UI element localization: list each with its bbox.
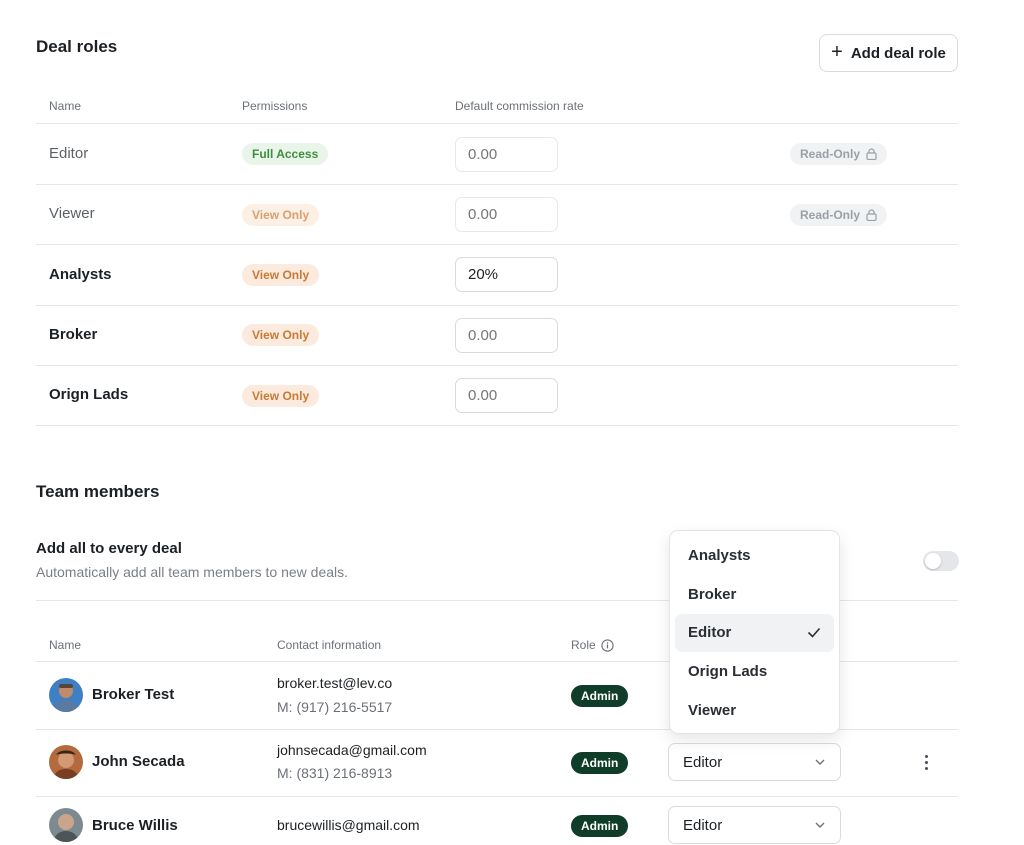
member-phone: M: (917) 216-5517 — [277, 699, 393, 715]
role-select-value: Editor — [683, 753, 723, 771]
dropdown-option-editor[interactable]: Editor — [675, 613, 834, 653]
role-name: Viewer — [49, 205, 95, 222]
commission-rate-input[interactable] — [455, 137, 558, 172]
dropdown-option-viewer[interactable]: Viewer — [675, 691, 834, 730]
column-header-permissions: Permissions — [242, 99, 308, 113]
auto-add-description: Automatically add all team members to ne… — [36, 564, 349, 580]
divider — [36, 425, 958, 426]
role-select[interactable]: Editor — [668, 806, 841, 844]
commission-rate-input[interactable] — [455, 197, 558, 232]
column-header-name: Name — [49, 638, 82, 652]
member-name: Broker Test — [92, 686, 175, 703]
commission-rate-input[interactable] — [455, 378, 558, 413]
divider — [36, 244, 958, 245]
role-header-label: Role — [571, 638, 596, 652]
read-only-badge: Read-Only — [790, 143, 888, 165]
member-email: johnsecada@gmail.com — [277, 742, 427, 758]
option-label: Orign Lads — [688, 663, 768, 681]
more-vertical-icon[interactable] — [918, 752, 934, 772]
chevron-down-icon — [815, 759, 825, 765]
admin-badge: Admin — [571, 815, 629, 837]
divider — [36, 184, 958, 185]
role-name: Editor — [49, 145, 89, 162]
role-name: Broker — [49, 326, 98, 343]
member-name: John Secada — [92, 753, 185, 770]
read-only-badge: Read-Only — [790, 204, 888, 226]
commission-rate-input[interactable] — [455, 257, 558, 292]
permission-badge: View Only — [242, 324, 320, 346]
option-label: Viewer — [688, 702, 737, 720]
member-name: Bruce Willis — [92, 817, 178, 834]
auto-add-label: Add all to every deal — [36, 540, 182, 557]
avatar — [49, 678, 83, 712]
add-deal-role-label: Add deal role — [850, 44, 946, 62]
check-icon — [807, 628, 821, 639]
column-header-role: Role — [571, 638, 614, 652]
role-select-value: Editor — [683, 816, 723, 834]
avatar — [49, 745, 83, 779]
permission-badge: View Only — [242, 385, 320, 407]
lock-icon — [866, 209, 877, 221]
permission-badge: View Only — [242, 204, 320, 226]
permission-badge: Full Access — [242, 143, 329, 165]
permission-badge: View Only — [242, 264, 320, 286]
divider — [36, 123, 958, 124]
admin-badge: Admin — [571, 685, 629, 707]
role-select[interactable]: Editor — [668, 743, 841, 781]
dropdown-option-broker[interactable]: Broker — [675, 575, 834, 614]
read-only-label: Read-Only — [800, 147, 861, 161]
team-members-title: Team members — [36, 482, 160, 501]
dropdown-option-analysts[interactable]: Analysts — [675, 536, 834, 575]
member-email: broker.test@lev.co — [277, 675, 393, 691]
divider — [36, 305, 958, 306]
column-header-contact: Contact information — [277, 638, 382, 652]
lock-icon — [866, 148, 877, 160]
option-label: Broker — [688, 585, 737, 603]
dropdown-option-orign-lads[interactable]: Orign Lads — [675, 652, 834, 691]
add-deal-role-button[interactable]: + Add deal role — [819, 34, 958, 72]
divider — [36, 365, 958, 366]
role-name: Analysts — [49, 266, 112, 283]
read-only-label: Read-Only — [800, 208, 861, 222]
admin-badge: Admin — [571, 752, 629, 774]
auto-add-toggle[interactable] — [923, 551, 959, 571]
member-email: brucewillis@gmail.com — [277, 817, 420, 833]
info-icon[interactable] — [601, 638, 614, 652]
role-dropdown-menu: Analysts Broker Editor Orign Lads Viewer — [669, 530, 840, 734]
member-phone: M: (831) 216-8913 — [277, 765, 393, 781]
option-label: Analysts — [688, 546, 751, 564]
column-header-name: Name — [49, 99, 82, 113]
column-header-commission-rate: Default commission rate — [455, 99, 584, 113]
role-name: Orign Lads — [49, 386, 129, 403]
commission-rate-input[interactable] — [455, 318, 558, 353]
divider — [36, 796, 958, 797]
avatar — [49, 808, 83, 842]
chevron-down-icon — [815, 822, 825, 828]
plus-icon: + — [831, 41, 843, 63]
toggle-knob — [925, 553, 941, 569]
deal-roles-title: Deal roles — [36, 37, 118, 56]
option-label: Editor — [688, 624, 732, 642]
